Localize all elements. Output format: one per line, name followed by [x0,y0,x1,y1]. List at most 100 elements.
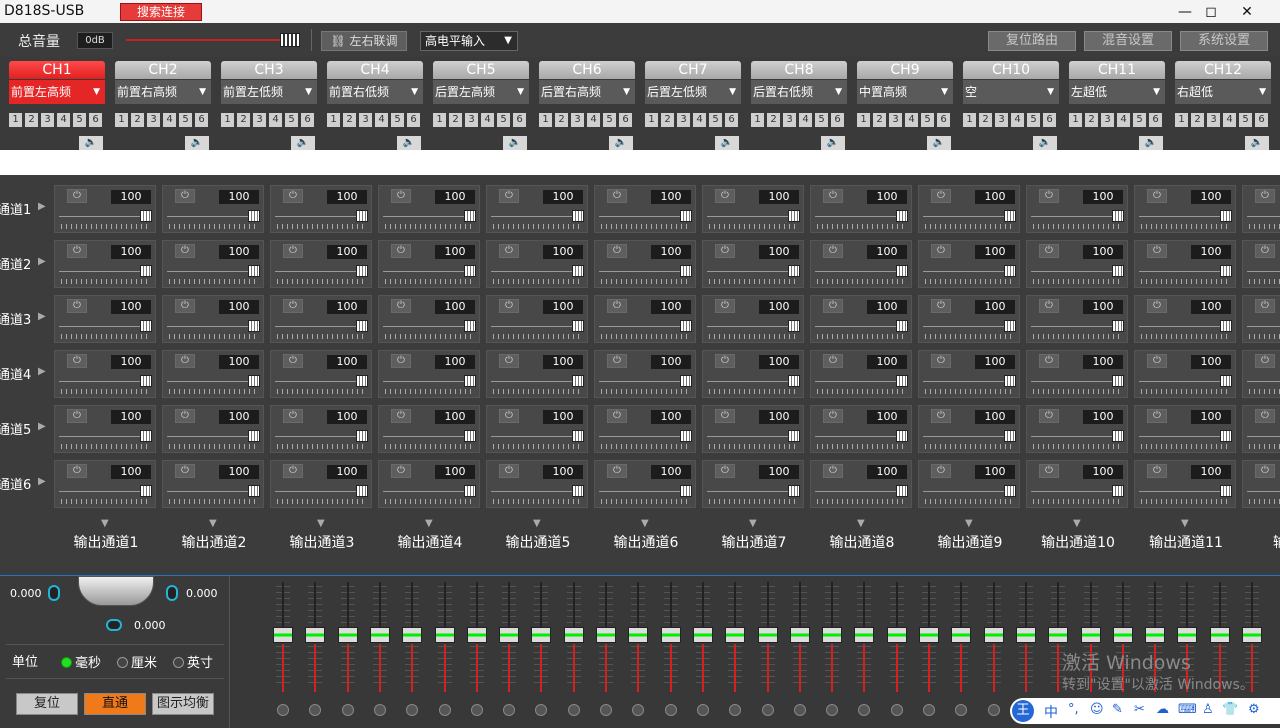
unit-radio-inch[interactable]: 英寸 [173,652,213,671]
channel-assign-select[interactable]: 前置左低频 ▼ [221,80,317,104]
gain-slider-knob[interactable] [1004,485,1016,497]
channel-number-button[interactable]: 3 [677,113,690,127]
channel-number-button[interactable]: 5 [179,113,192,127]
gain-slider-track[interactable] [923,271,1015,272]
gain-value[interactable]: 100 [975,245,1015,259]
gain-slider-track[interactable] [491,436,583,437]
channel-number-button[interactable]: 3 [995,113,1008,127]
eq-fader[interactable] [434,582,456,722]
fader-knob-icon[interactable] [632,704,645,716]
gain-slider-knob[interactable] [1112,375,1124,387]
power-icon[interactable]: ⏻ [391,464,411,478]
channel-number-button[interactable]: 4 [269,113,282,127]
eq-fader[interactable] [466,582,488,722]
fader-knob-icon[interactable] [761,704,774,716]
gain-value[interactable]: 100 [1083,190,1123,204]
fader-knob-icon[interactable] [406,704,419,716]
power-icon[interactable]: ⏻ [391,409,411,423]
gain-slider-knob[interactable] [1004,265,1016,277]
power-icon[interactable]: ⏻ [1147,409,1167,423]
delay-bottom-value[interactable]: 0.000 [134,619,166,632]
power-icon[interactable]: ⏻ [1039,189,1059,203]
gain-slider-track[interactable] [1247,491,1280,492]
power-icon[interactable]: ⏻ [607,189,627,203]
channel-number-button[interactable]: 2 [25,113,38,127]
eq-direct-button[interactable]: 直通 [84,693,146,715]
gain-slider-knob[interactable] [572,210,584,222]
gain-slider-track[interactable] [599,216,691,217]
gain-slider-knob[interactable] [356,320,368,332]
gain-value[interactable]: 100 [651,465,691,479]
power-icon[interactable]: ⏻ [1255,299,1275,313]
gain-slider-knob[interactable] [572,485,584,497]
keyboard-icon[interactable]: ⌨ [1178,702,1197,717]
channel-number-button[interactable]: 1 [751,113,764,127]
gain-slider-track[interactable] [275,326,367,327]
power-icon[interactable]: ⏻ [283,244,303,258]
channel-number-button[interactable]: 5 [1239,113,1252,127]
gain-value[interactable]: 100 [1083,355,1123,369]
channel-name[interactable]: CH12 [1175,61,1271,79]
gain-value[interactable]: 100 [327,190,367,204]
gain-slider-track[interactable] [167,271,259,272]
channel-number-button[interactable]: 1 [1069,113,1082,127]
gain-value[interactable]: 100 [1191,465,1231,479]
fader-handle[interactable] [337,627,358,643]
gain-value[interactable]: 100 [975,410,1015,424]
system-settings-button[interactable]: 系统设置 [1180,31,1268,51]
power-icon[interactable]: ⏻ [1255,189,1275,203]
gain-slider-track[interactable] [275,491,367,492]
channel-number-button[interactable]: 3 [41,113,54,127]
channel-number-button[interactable]: 3 [359,113,372,127]
gain-value[interactable]: 100 [111,300,151,314]
gain-value[interactable]: 100 [1191,410,1231,424]
gain-slider-track[interactable] [1031,326,1123,327]
power-icon[interactable]: ⏻ [607,409,627,423]
channel-tile[interactable]: CH1 前置左高频 ▼ 1 2 3 4 5 6 🔈 [9,61,105,150]
eq-fader[interactable] [950,582,972,722]
channel-number-button[interactable]: 2 [555,113,568,127]
fader-handle[interactable] [692,627,713,643]
gain-slider-knob[interactable] [896,265,908,277]
gain-slider-knob[interactable] [896,375,908,387]
gain-slider-track[interactable] [815,381,907,382]
fader-knob-icon[interactable] [696,704,709,716]
gain-value[interactable]: 100 [867,190,907,204]
gain-slider-track[interactable] [59,436,151,437]
gain-slider-knob[interactable] [1220,320,1232,332]
gain-value[interactable]: 100 [651,410,691,424]
eq-fader[interactable] [627,582,649,722]
channel-tile[interactable]: CH7 后置左低频 ▼ 1 2 3 4 5 6 🔈 [645,61,741,150]
power-icon[interactable]: ⏻ [283,409,303,423]
gain-value[interactable]: 100 [435,190,475,204]
gain-slider-track[interactable] [923,491,1015,492]
power-icon[interactable]: ⏻ [67,354,87,368]
channel-number-button[interactable]: 5 [709,113,722,127]
eq-fader[interactable] [724,582,746,722]
fader-handle[interactable] [1177,627,1198,643]
fader-knob-icon[interactable] [309,704,322,716]
fader-handle[interactable] [757,627,778,643]
eq-fader[interactable] [595,582,617,722]
channel-number-button[interactable]: 4 [375,113,388,127]
master-volume-slider[interactable] [126,39,286,41]
delay-left-value[interactable]: 0.000 [10,587,42,600]
power-icon[interactable]: ⏻ [391,354,411,368]
gain-value[interactable]: 100 [867,300,907,314]
channel-number-button[interactable]: 3 [1101,113,1114,127]
gain-slider-knob[interactable] [464,430,476,442]
power-icon[interactable]: ⏻ [175,354,195,368]
gain-slider-track[interactable] [1247,216,1280,217]
gain-slider-track[interactable] [1139,491,1231,492]
gain-slider-track[interactable] [1139,381,1231,382]
channel-number-button[interactable]: 6 [1255,113,1268,127]
gain-value[interactable]: 100 [435,465,475,479]
channel-number-button[interactable]: 6 [301,113,314,127]
gain-value[interactable]: 100 [111,245,151,259]
gain-slider-track[interactable] [491,381,583,382]
gain-value[interactable]: 100 [111,190,151,204]
fader-knob-icon[interactable] [858,704,871,716]
gain-slider-track[interactable] [1139,436,1231,437]
gain-value[interactable]: 100 [1191,190,1231,204]
channel-number-button[interactable]: 6 [937,113,950,127]
